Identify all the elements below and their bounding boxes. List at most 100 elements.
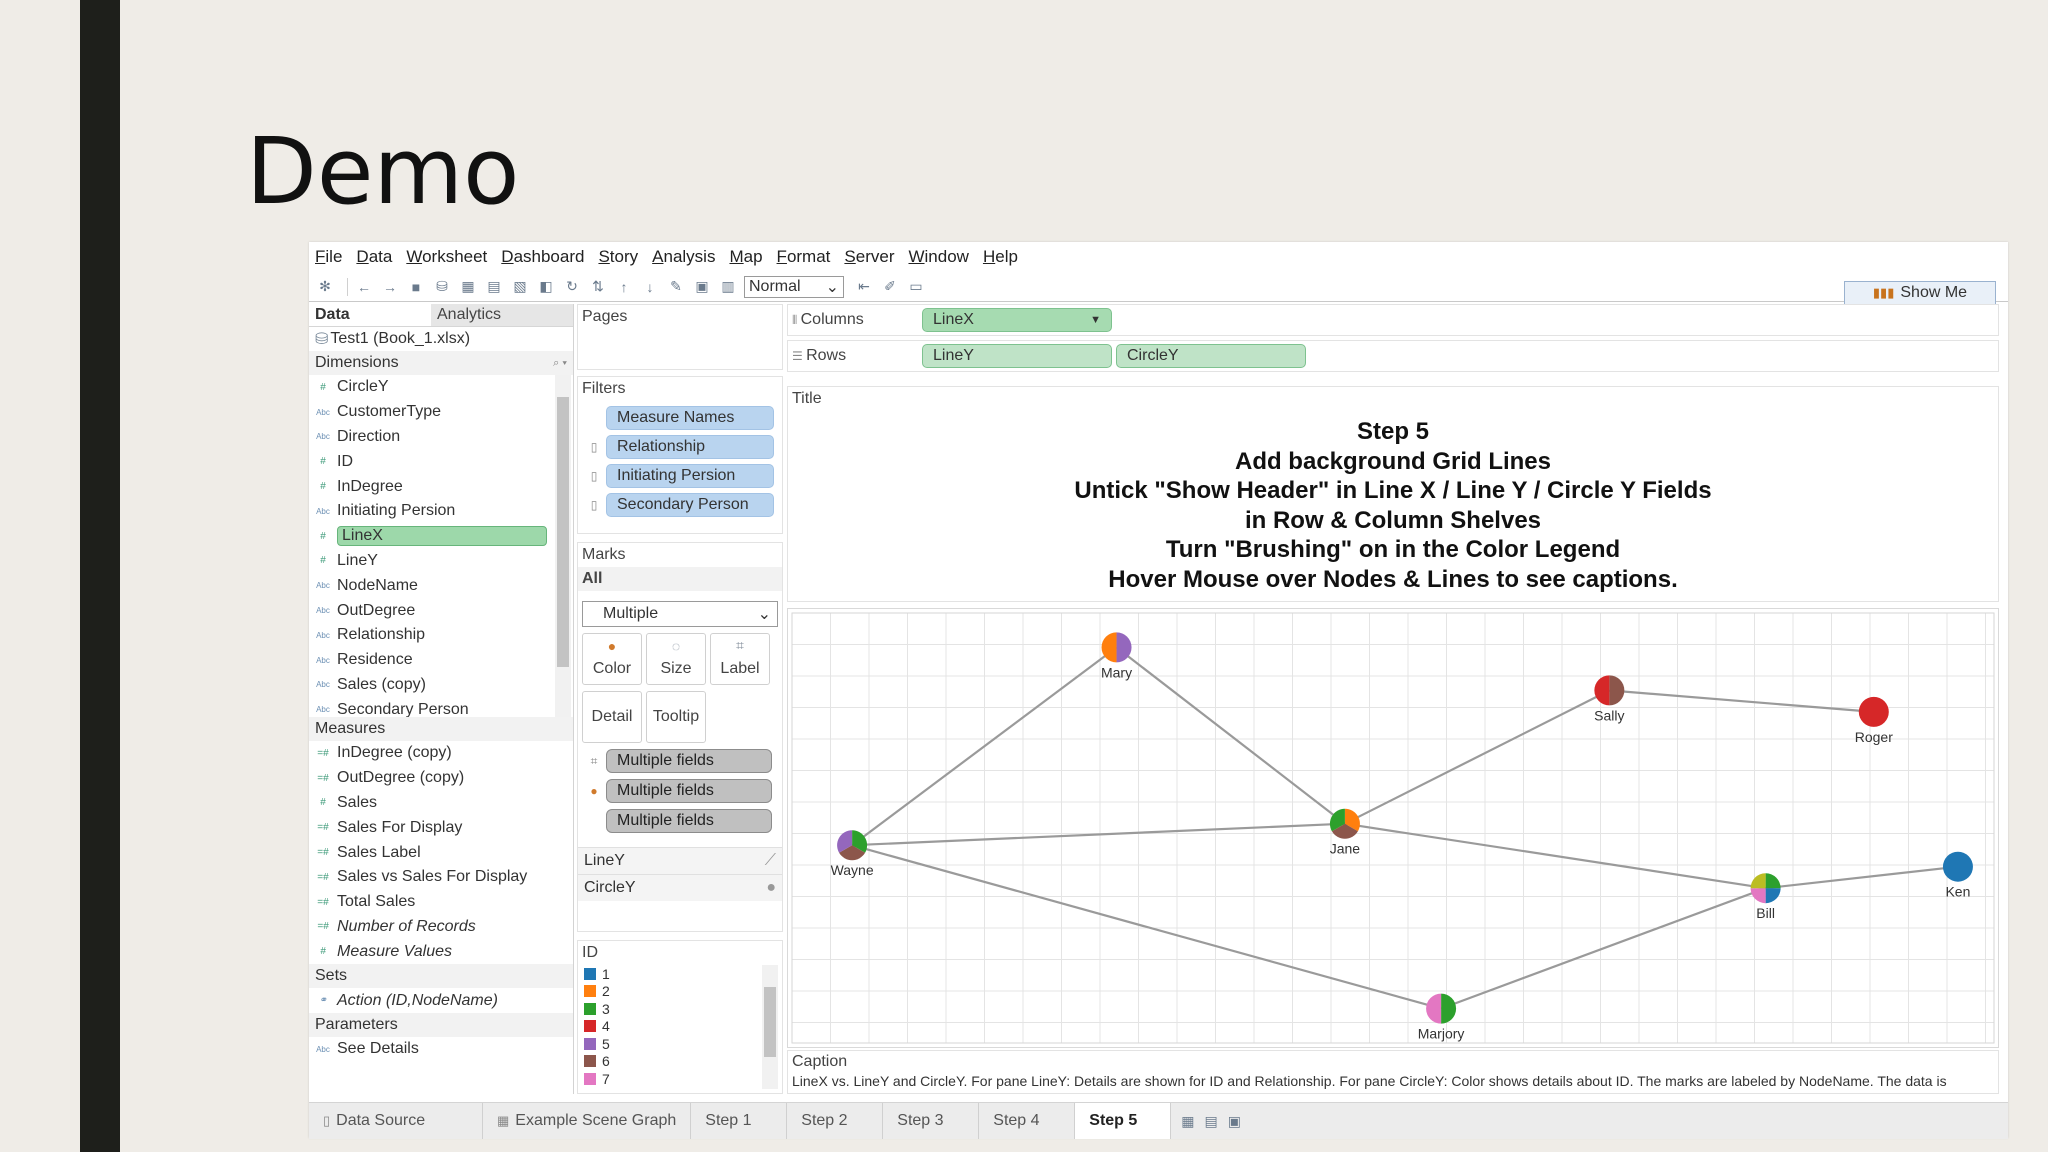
- menu-format[interactable]: Format: [777, 247, 831, 267]
- graph-node[interactable]: Ken: [1942, 851, 1973, 900]
- field-residence[interactable]: Abc Residence: [309, 648, 573, 673]
- menu-window[interactable]: Window: [908, 247, 968, 267]
- new-dashboard-icon[interactable]: ▤: [1205, 1113, 1218, 1130]
- scrollbar-thumb[interactable]: [557, 397, 569, 667]
- search-icon[interactable]: ⌕ ▾: [553, 357, 567, 370]
- graph-node[interactable]: Bill: [1750, 873, 1781, 921]
- field-total-sales[interactable]: =# Total Sales: [309, 890, 573, 915]
- marks-field-label[interactable]: ⌗ Multiple fields: [582, 749, 778, 773]
- field-customertype[interactable]: Abc CustomerType: [309, 400, 573, 425]
- graph-edge[interactable]: [1344, 689, 1610, 825]
- marks-field-color[interactable]: ● Multiple fields: [582, 779, 778, 803]
- field-indegree[interactable]: # InDegree: [309, 474, 573, 499]
- detail-button[interactable]: Detail: [582, 691, 642, 743]
- field-direction[interactable]: Abc Direction: [309, 425, 573, 450]
- menu-file[interactable]: File: [315, 247, 342, 267]
- show-me-button[interactable]: ▮▮▮ Show Me: [1844, 281, 1996, 305]
- legend-item[interactable]: 7: [578, 1070, 782, 1088]
- sort-ascending-icon[interactable]: ↑: [614, 277, 634, 297]
- swap-icon[interactable]: ⇅: [588, 277, 608, 297]
- tab-step-5[interactable]: Step 5: [1075, 1103, 1172, 1139]
- fix-axes-icon[interactable]: ▥: [718, 277, 738, 297]
- menu-worksheet[interactable]: Worksheet: [406, 247, 487, 267]
- scrollbar-thumb[interactable]: [764, 987, 776, 1057]
- menu-data[interactable]: Data: [356, 247, 392, 267]
- tab-step-3[interactable]: Step 3: [883, 1103, 980, 1139]
- tab-data-source[interactable]: ▯ Data Source: [309, 1103, 483, 1139]
- network-graph-viz[interactable]: Mary Sally Roger Wayne Jane Bill Ken Marjory: [787, 608, 1999, 1048]
- filters-card[interactable]: Filters Measure Names ▯ Relationship ▯ Ini…: [577, 376, 783, 534]
- menu-story[interactable]: Story: [598, 247, 638, 267]
- graph-node[interactable]: Sally: [1594, 675, 1625, 723]
- legend-item[interactable]: 4: [578, 1018, 782, 1036]
- columns-shelf[interactable]: ⦀ Columns LineX ▼: [787, 304, 1999, 336]
- tab-step-1[interactable]: Step 1: [691, 1103, 788, 1139]
- field-secondary-person[interactable]: Abc Secondary Person: [309, 697, 573, 717]
- tooltip-button[interactable]: Tooltip: [646, 691, 706, 743]
- field-nodename[interactable]: Abc NodeName: [309, 573, 573, 598]
- refresh-icon[interactable]: ↻: [562, 277, 582, 297]
- add-datasource-icon[interactable]: ⛁: [432, 277, 452, 297]
- tableau-logo-icon[interactable]: ✻: [315, 277, 335, 297]
- field-sales-label[interactable]: =# Sales Label: [309, 840, 573, 865]
- mark-type-select[interactable]: Multiple ⌄: [582, 601, 778, 627]
- pause-updates-icon[interactable]: ◧: [536, 277, 556, 297]
- pin-icon[interactable]: ⇤: [854, 277, 874, 297]
- new-worksheet-icon[interactable]: ▦: [458, 277, 478, 297]
- graph-node[interactable]: Wayne: [831, 830, 874, 878]
- menu-map[interactable]: Map: [729, 247, 762, 267]
- graph-node[interactable]: Jane: [1330, 808, 1361, 857]
- field-outdegree[interactable]: Abc OutDegree: [309, 598, 573, 623]
- graph-node[interactable]: Roger: [1855, 696, 1893, 745]
- field-sales[interactable]: # Sales: [309, 791, 573, 816]
- filter-relationship[interactable]: ▯ Relationship: [582, 435, 778, 459]
- undo-icon[interactable]: ←: [354, 277, 374, 297]
- field-initiating-persion[interactable]: Abc Initiating Persion: [309, 499, 573, 524]
- filter-secondary-person[interactable]: ▯ Secondary Person: [582, 493, 778, 517]
- filter-measure-names[interactable]: Measure Names: [582, 406, 778, 430]
- legend-item[interactable]: 5: [578, 1035, 782, 1053]
- sort-descending-icon[interactable]: ↓: [640, 277, 660, 297]
- presentation-icon[interactable]: ▭: [906, 277, 926, 297]
- field-measure-values[interactable]: # Measure Values: [309, 939, 573, 964]
- field-outdegree-copy[interactable]: =# OutDegree (copy): [309, 766, 573, 791]
- legend-scrollbar[interactable]: [762, 965, 778, 1089]
- field-number-of-records[interactable]: =# Number of Records: [309, 915, 573, 940]
- tab-data[interactable]: Data: [309, 304, 431, 326]
- parameter-see-details[interactable]: Abc See Details: [309, 1037, 573, 1062]
- graph-node[interactable]: Marjory: [1418, 993, 1465, 1042]
- legend-item[interactable]: 3: [578, 1000, 782, 1018]
- show-labels-icon[interactable]: ▣: [692, 277, 712, 297]
- marks-pane-circley[interactable]: CircleY ●: [578, 874, 782, 901]
- fit-select[interactable]: Normal ⌄: [744, 275, 844, 298]
- highlight-icon[interactable]: ✎: [666, 277, 686, 297]
- pen-icon[interactable]: ✐: [880, 277, 900, 297]
- field-indegree-copy[interactable]: =# InDegree (copy): [309, 741, 573, 766]
- field-relationship[interactable]: Abc Relationship: [309, 623, 573, 648]
- clear-sheet-icon[interactable]: ▧: [510, 277, 530, 297]
- columns-pill-linex[interactable]: LineX ▼: [922, 308, 1112, 332]
- field-sales-for-display[interactable]: =# Sales For Display: [309, 815, 573, 840]
- field-sales-copy[interactable]: Abc Sales (copy): [309, 673, 573, 698]
- rows-shelf[interactable]: ☰ Rows LineY CircleY: [787, 340, 1999, 372]
- graph-edge[interactable]: [852, 822, 1345, 847]
- color-button[interactable]: ● Color: [582, 633, 642, 685]
- filter-initiating-persion[interactable]: ▯ Initiating Persion: [582, 464, 778, 488]
- graph-edge[interactable]: [1115, 646, 1346, 825]
- graph-edge[interactable]: [1609, 689, 1874, 713]
- legend-item[interactable]: 2: [578, 983, 782, 1001]
- field-liney[interactable]: # LineY: [309, 549, 573, 574]
- legend-item[interactable]: 1: [578, 965, 782, 983]
- menu-analysis[interactable]: Analysis: [652, 247, 715, 267]
- menu-dashboard[interactable]: Dashboard: [501, 247, 584, 267]
- field-id[interactable]: # ID: [309, 449, 573, 474]
- chevron-down-icon[interactable]: ▼: [1090, 314, 1101, 326]
- legend-item[interactable]: 6: [578, 1053, 782, 1071]
- set-action[interactable]: ⚭ Action (ID,NodeName): [309, 988, 573, 1013]
- tab-step-2[interactable]: Step 2: [787, 1103, 884, 1139]
- field-sales-vs-sales-for-display[interactable]: =# Sales vs Sales For Display: [309, 865, 573, 890]
- tab-example-scene-graph[interactable]: ▦ Example Scene Graph: [483, 1103, 692, 1139]
- legend-item[interactable]: 8: [578, 1088, 782, 1089]
- size-button[interactable]: ◌ Size: [646, 633, 706, 685]
- marks-field-detail[interactable]: Multiple fields: [582, 809, 778, 833]
